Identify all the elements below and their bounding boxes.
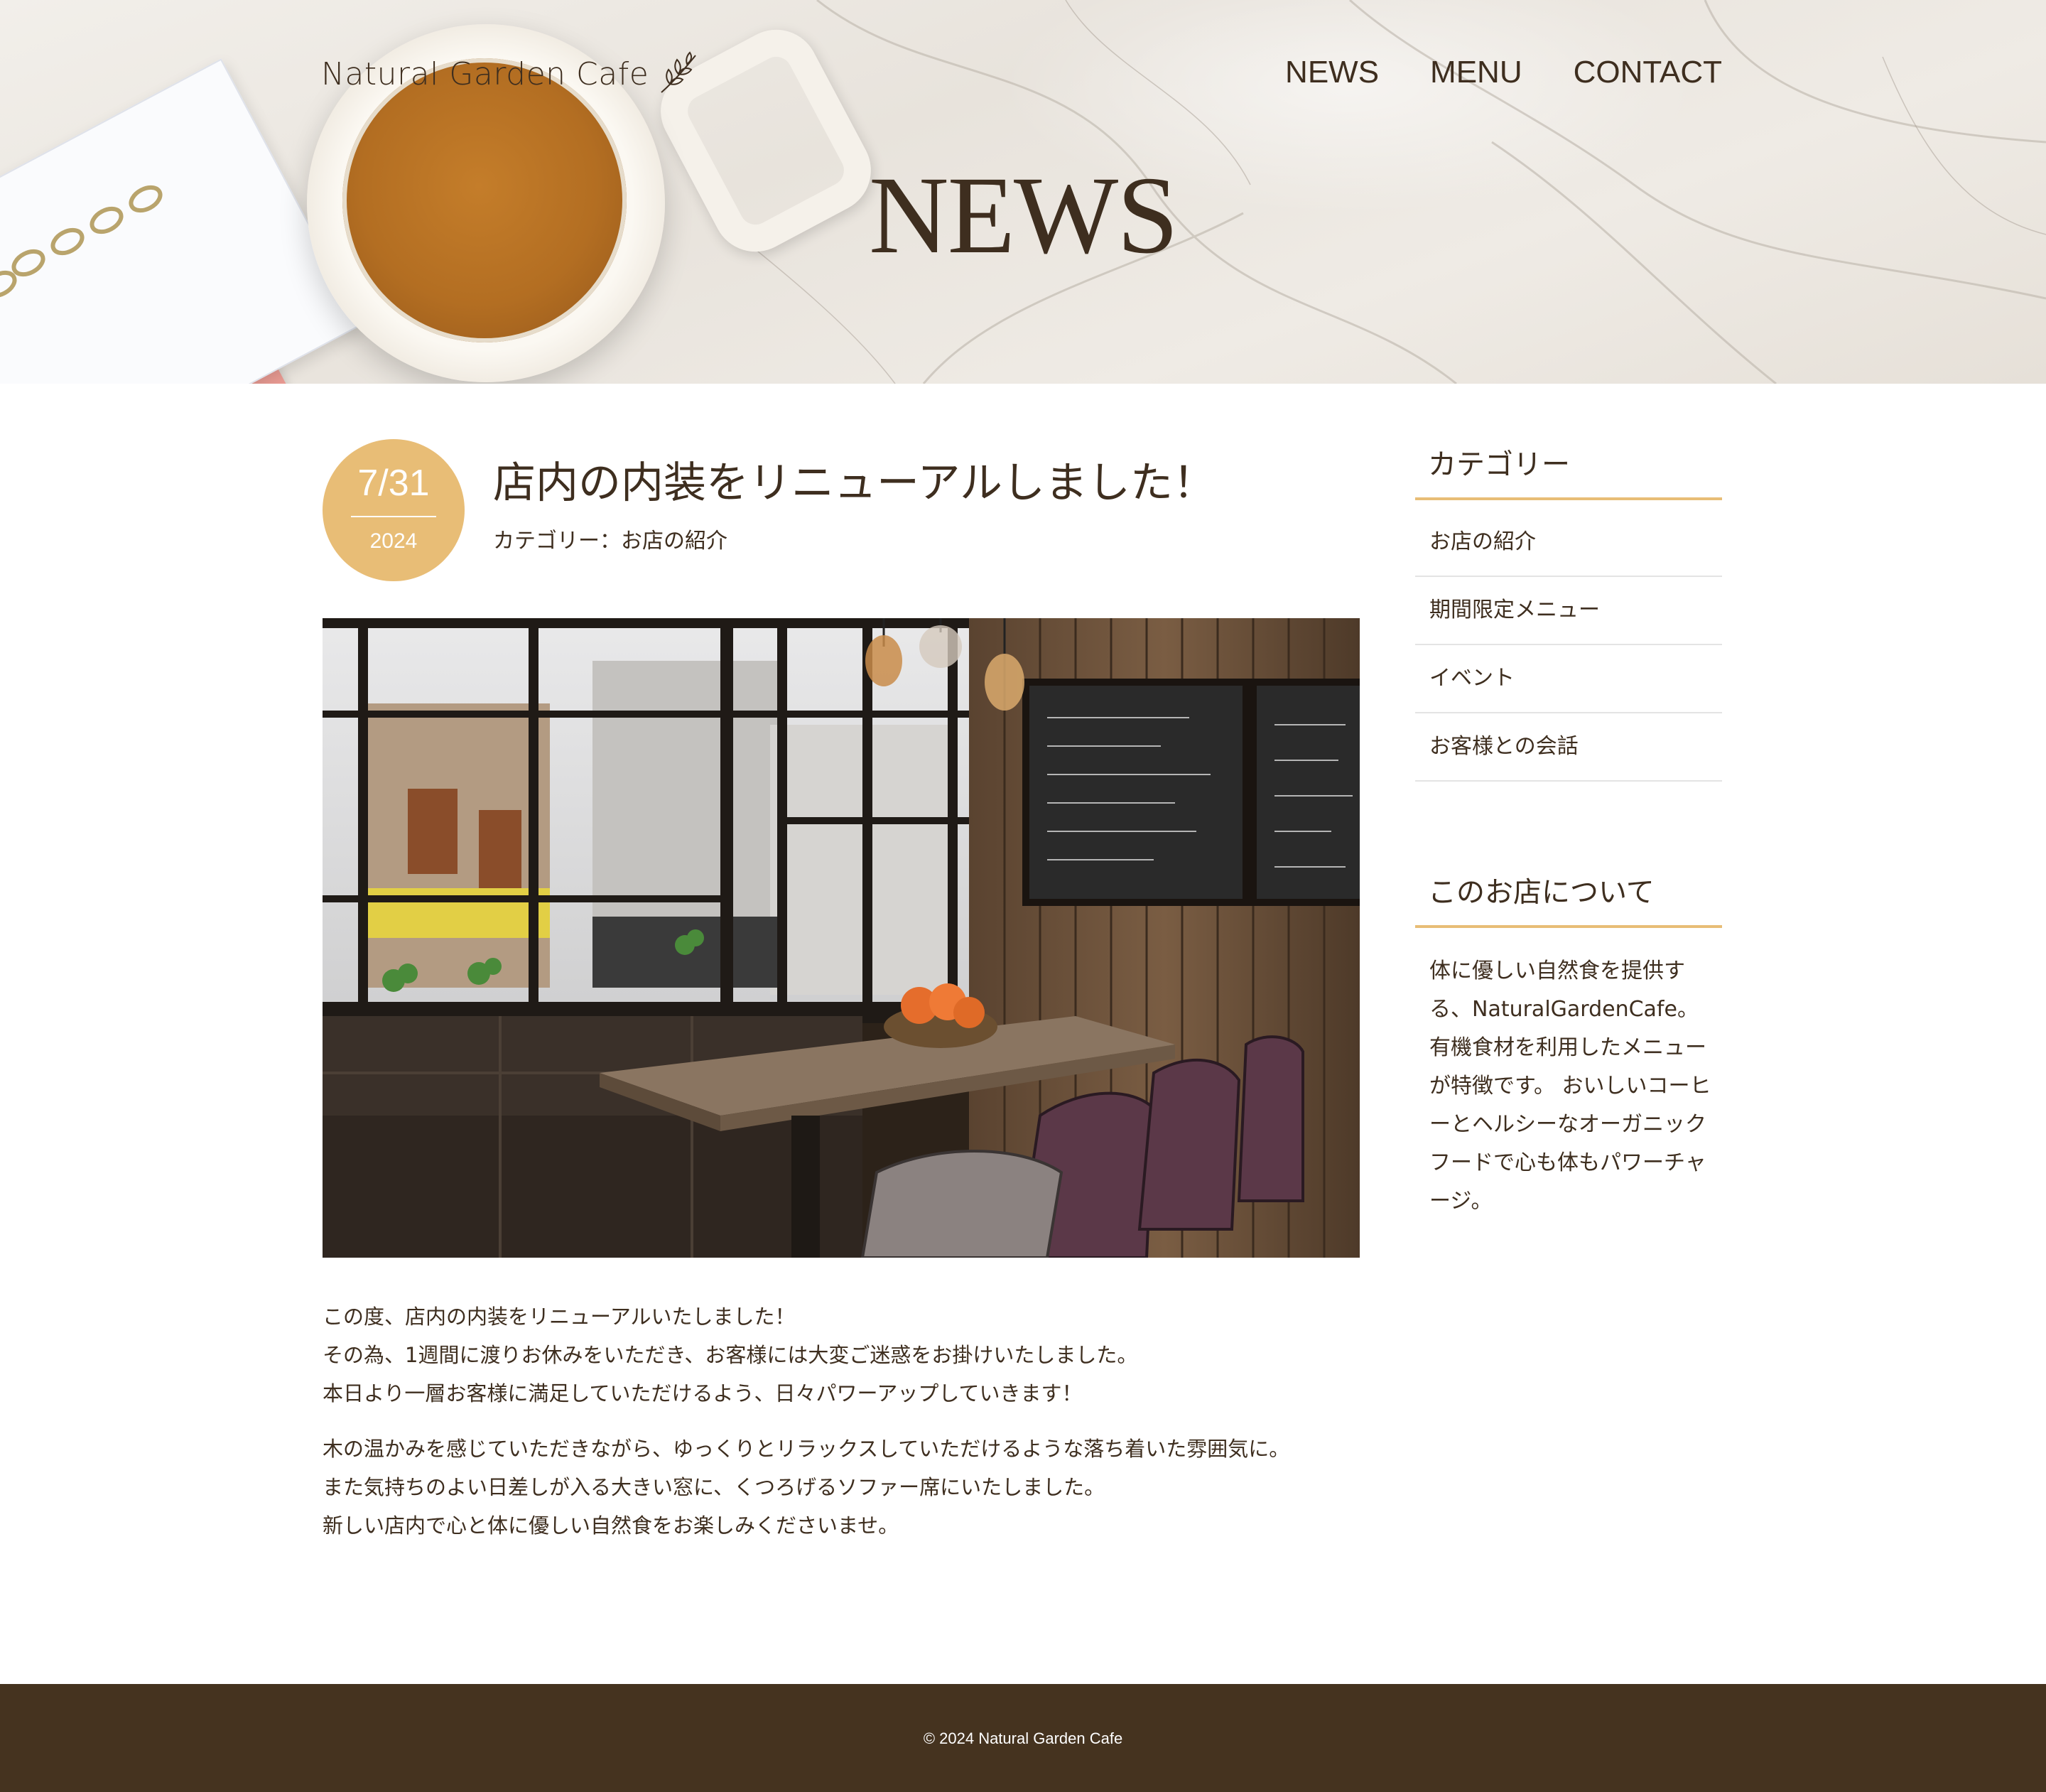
nav-contact[interactable]: CONTACT xyxy=(1574,51,1722,94)
category-link-events[interactable]: イベント xyxy=(1429,666,1515,691)
post-category: カテゴリー：お店の紹介 xyxy=(493,529,727,554)
category-heading: カテゴリー xyxy=(1415,443,1722,500)
site-logo[interactable]: Natural Garden Cafe xyxy=(321,51,701,95)
nav-menu[interactable]: MENU xyxy=(1430,51,1522,94)
main-nav: NEWS MENU CONTACT xyxy=(1285,51,1722,94)
post-paragraph: この度、店内の内装をリニューアルいたしました！ その為、1週間に渡りお休みをいた… xyxy=(323,1297,1360,1413)
nav-news[interactable]: NEWS xyxy=(1285,51,1379,94)
about-text: 体に優しい自然食を提供する、NaturalGardenCafe。有機食材を利用し… xyxy=(1429,959,1711,1214)
date-month-day: 7/31 xyxy=(357,463,430,504)
page-title: NEWS xyxy=(869,153,1179,276)
date-year: 2024 xyxy=(369,529,418,553)
category-link-shop-intro[interactable]: お店の紹介 xyxy=(1429,529,1536,554)
category-link-customer-talk[interactable]: お客様との会話 xyxy=(1429,734,1579,759)
post-body: この度、店内の内装をリニューアルいたしました！ その為、1週間に渡りお休みをいた… xyxy=(323,1297,1360,1562)
post-paragraph: 木の温かみを感じていただきながら、ゆっくりとリラックスしていただけるような落ち着… xyxy=(323,1430,1360,1545)
category-item[interactable]: お店の紹介 xyxy=(1415,509,1722,577)
post-image xyxy=(323,618,1360,1258)
date-divider xyxy=(351,516,436,517)
about-heading: このお店について xyxy=(1415,871,1722,928)
leaf-icon xyxy=(661,51,697,93)
hero-header: Natural Garden Cafe NEWS MENU CONTACT NE… xyxy=(0,0,2046,384)
category-link-limited-menu[interactable]: 期間限定メニュー xyxy=(1429,598,1600,622)
post-line: この度、店内の内装をリニューアルいたしました！ xyxy=(323,1305,796,1329)
category-item[interactable]: 期間限定メニュー xyxy=(1415,577,1722,645)
post-line: その為、1週間に渡りお休みをいただき、お客様には大変ご迷惑をお掛けいたしました。 xyxy=(323,1343,1138,1367)
logo-text: Natural Garden Cafe xyxy=(321,55,649,92)
post-line: また気持ちのよい日差しが入る大きい窓に、くつろげるソファー席にいたしました。 xyxy=(323,1475,1105,1499)
category-item[interactable]: イベント xyxy=(1415,645,1722,713)
post-line: 木の温かみを感じていただきながら、ゆっくりとリラックスしていただけるような落ち着… xyxy=(323,1437,1290,1461)
copyright: © 2024 Natural Garden Cafe xyxy=(923,1729,1123,1747)
footer: © 2024 Natural Garden Cafe xyxy=(0,1684,2046,1792)
post-line: 新しい店内で心と体に優しい自然食をお楽しみくださいませ。 xyxy=(323,1513,899,1538)
date-badge: 7/31 2024 xyxy=(323,439,465,581)
category-item[interactable]: お客様との会話 xyxy=(1415,713,1722,782)
cafe-interior-illustration xyxy=(323,618,1360,1258)
post-title: 店内の内装をリニューアルしました！ xyxy=(493,458,1216,508)
post-line: 本日より一層お客様に満足していただけるよう、日々パワーアップしていきます！ xyxy=(323,1381,1083,1405)
category-list: お店の紹介 期間限定メニュー イベント お客様との会話 xyxy=(1415,509,1722,782)
